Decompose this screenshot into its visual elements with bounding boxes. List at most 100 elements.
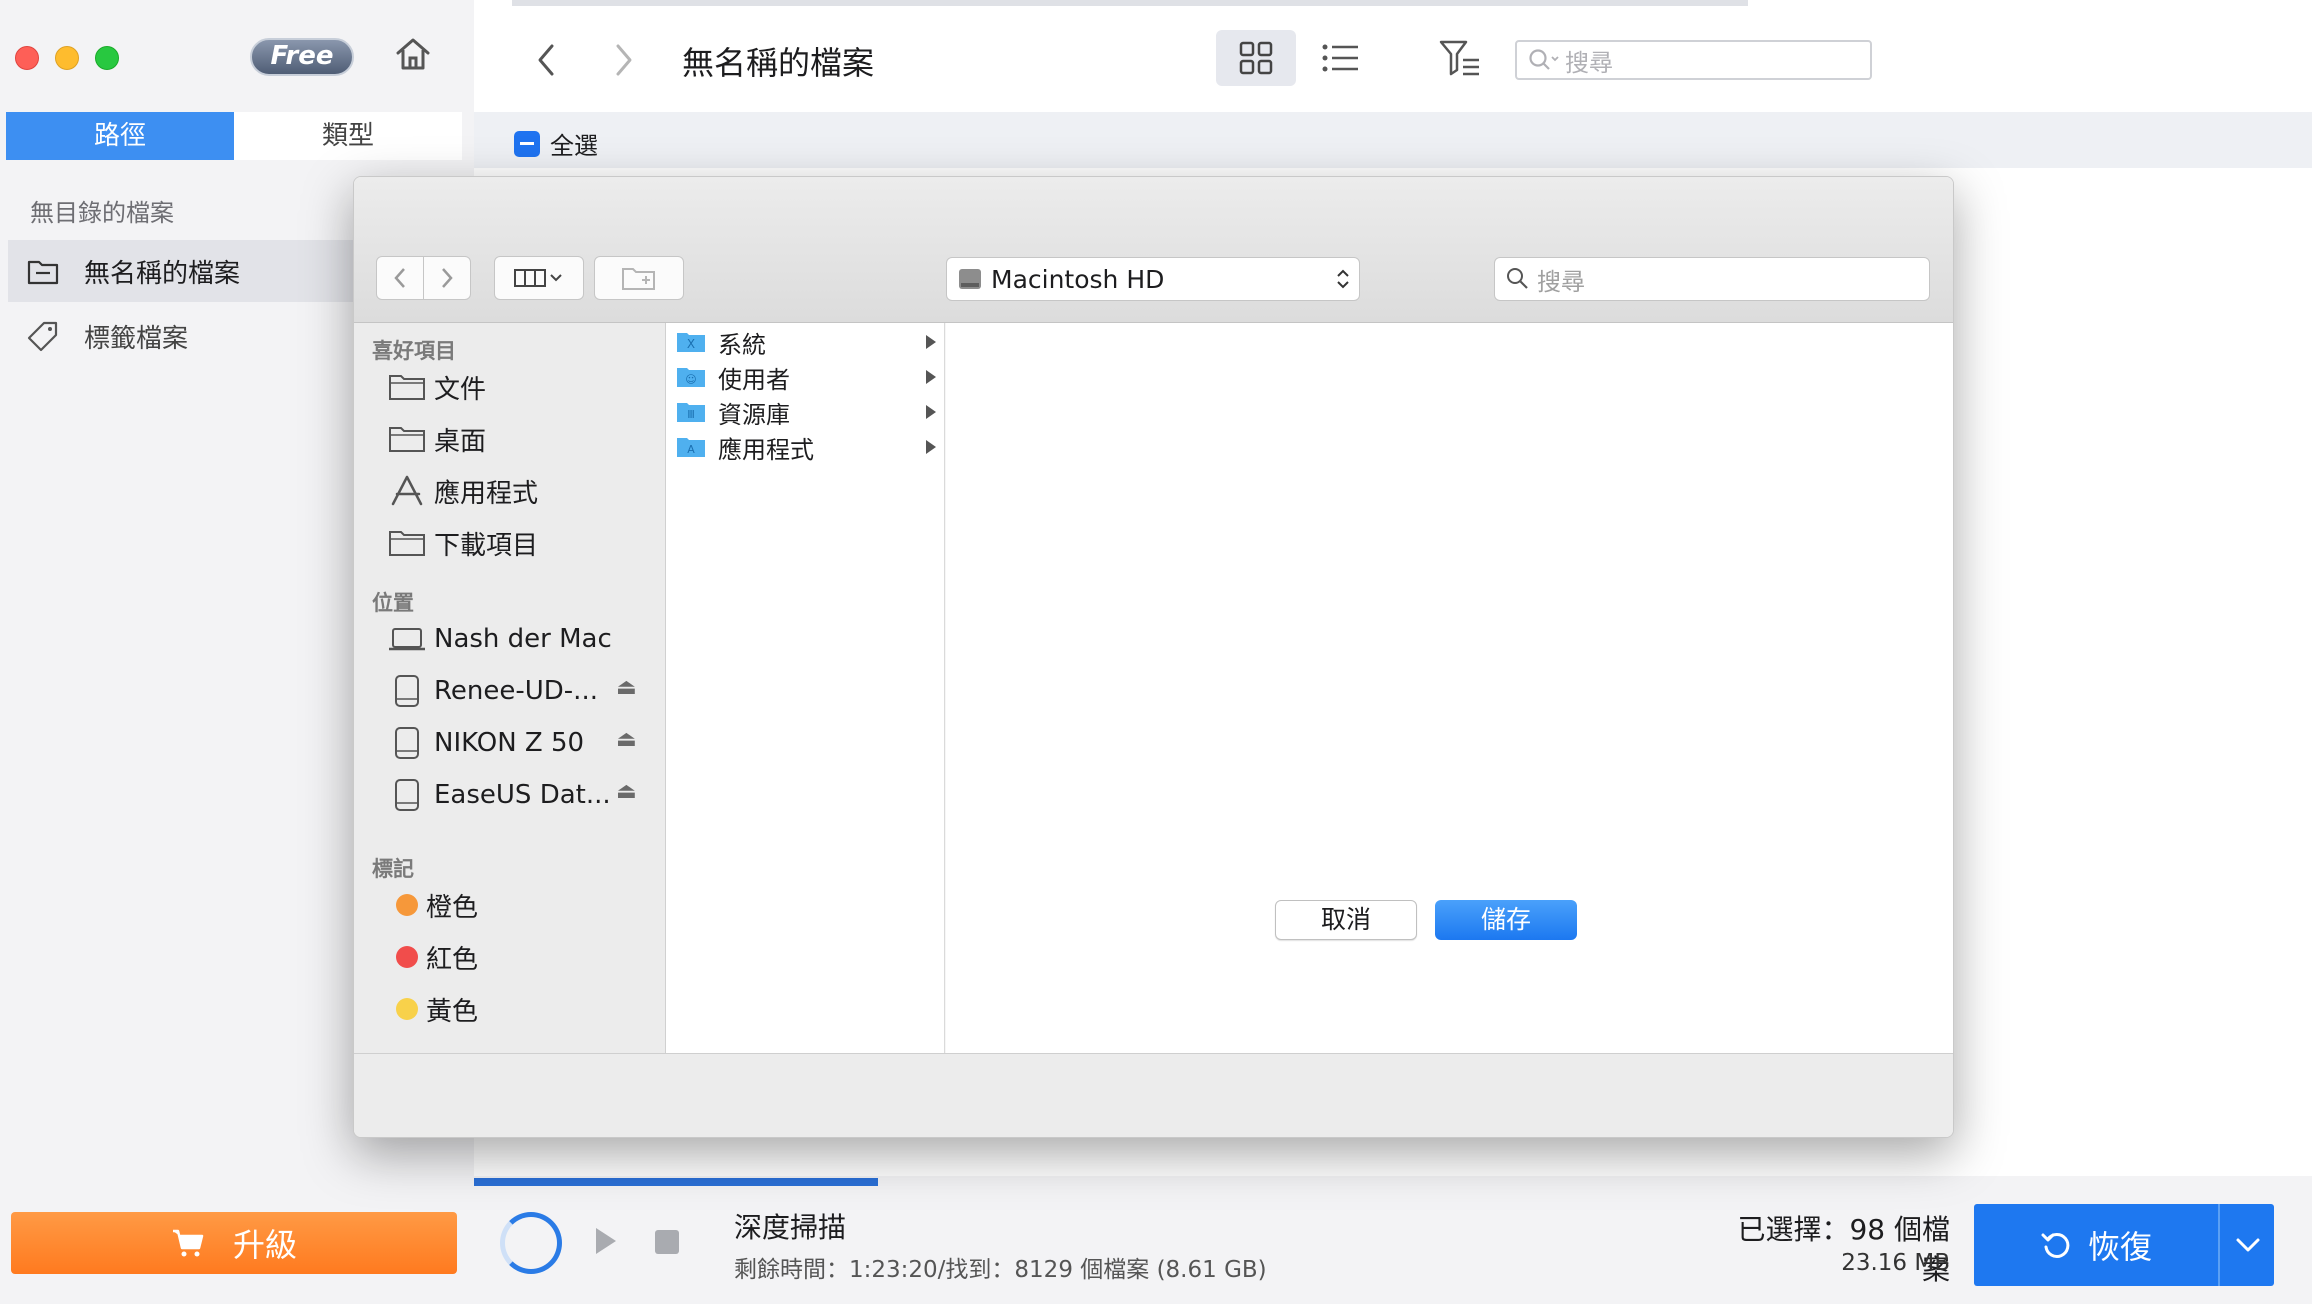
sidebar-item-applications[interactable]: 應用程式 [388,469,538,513]
location-popup[interactable]: Macintosh HD [946,257,1360,301]
svg-text:A: A [687,443,695,456]
tags-heading: 標記 [372,857,414,881]
cart-icon [172,1229,204,1257]
scan-title: 深度掃描 [734,1211,847,1244]
list-item[interactable]: ☺ 使用者 [676,360,936,394]
recover-button-group: 恢復 [1974,1204,2274,1286]
dialog-toolbar: Macintosh HD 搜尋 [354,177,1953,323]
chevron-down-icon [2236,1238,2260,1252]
library-folder-icon: Ⅲ [676,401,706,423]
sidebar-item-renee[interactable]: Renee-UD-... [388,669,598,713]
sidebar-tag-yellow[interactable]: 黃色 [388,987,478,1031]
disclosure-arrow-icon [926,335,936,349]
select-all-label: 全選 [550,132,598,160]
filter-icon[interactable] [1438,38,1482,78]
save-button[interactable]: 儲存 [1435,900,1577,940]
dialog-search-placeholder: 搜尋 [1537,267,1585,296]
scan-detail: 剩餘時間：1:23:20/找到：8129 個檔案 (8.61 GB) [734,1257,1267,1283]
sidebar-tag-red[interactable]: 紅色 [388,935,478,979]
recover-button[interactable]: 恢復 [1974,1204,2220,1286]
close-window-button[interactable] [15,46,39,70]
svg-text:Ⅲ: Ⅲ [687,408,695,421]
svg-text:X: X [687,337,695,351]
upgrade-label: 升級 [232,1226,297,1264]
favorites-heading: 喜好項目 [372,339,456,363]
sidebar-item-label: 黃色 [426,996,479,1027]
zoom-window-button[interactable] [95,46,119,70]
sidebar-item-label: NIKON Z 50 [434,728,585,758]
tab-path[interactable]: 路徑 [6,112,234,160]
restore-icon [2041,1232,2070,1258]
dialog-back-button[interactable] [376,256,424,300]
sidebar-item-label: EaseUS Dat... [434,780,611,810]
chevron-left-icon [394,268,405,288]
sidebar-item-label: 無名稱的檔案 [84,258,241,289]
stop-icon[interactable] [655,1230,679,1254]
sidebar-item-nikon[interactable]: NIKON Z 50 [388,721,584,765]
back-chevron-icon[interactable] [534,40,558,80]
disclosure-arrow-icon [926,405,936,419]
chevron-right-icon [442,268,453,288]
recover-label: 恢復 [2087,1228,2152,1266]
eject-icon[interactable]: ⏏ [616,779,637,804]
locations-heading: 位置 [372,591,414,615]
sidebar-item-documents[interactable]: 文件 [388,365,486,409]
browser-column-empty [946,323,1953,1053]
list-item[interactable]: X 系統 [676,325,936,359]
sidebar-item-label: 標籤檔案 [84,323,189,354]
list-item-label: 系統 [718,330,766,359]
sidebar-item-nash-mac[interactable]: Nash der Mac [388,617,612,661]
list-icon [1322,44,1358,72]
forward-chevron-icon[interactable] [612,40,636,80]
sidebar-item-label: 橙色 [426,892,479,923]
dialog-forward-button[interactable] [423,256,471,300]
recover-options-button[interactable] [2222,1204,2274,1286]
upgrade-button[interactable]: 升級 [11,1212,457,1274]
grid-icon [1239,41,1273,75]
free-badge[interactable]: Free [250,38,354,76]
cancel-button[interactable]: 取消 [1275,900,1417,940]
updown-chevron-icon [1337,269,1349,289]
select-all-checkbox[interactable]: 全選 [514,126,598,161]
new-folder-button[interactable] [594,256,684,300]
sidebar-item-label: 文件 [434,374,487,405]
grid-view-button[interactable] [1216,30,1296,86]
checkbox-icon [514,130,540,157]
eject-icon[interactable]: ⏏ [616,727,637,752]
search-input[interactable]: 搜尋 [1515,40,1872,80]
orange-tag-icon [396,894,418,916]
selected-count: 已選擇：98 個檔案 [1737,1213,1950,1286]
home-icon[interactable] [393,34,433,74]
selected-size: 23.16 MB [1841,1250,1950,1276]
list-item[interactable]: Ⅲ 資源庫 [676,395,936,429]
minimize-window-button[interactable] [55,46,79,70]
sidebar-item-label: 應用程式 [434,478,539,509]
sidebar-item-easeus[interactable]: EaseUS Dat... [388,773,611,817]
play-icon[interactable] [596,1228,616,1254]
folder-icon [388,422,426,456]
list-item[interactable]: A 應用程式 [676,430,936,464]
dialog-search-input[interactable]: 搜尋 [1494,257,1930,301]
sidebar-item-desktop[interactable]: 桌面 [388,417,486,461]
search-placeholder: 搜尋 [1565,48,1613,77]
search-icon [1529,49,1559,70]
sidebar-item-downloads[interactable]: 下載項目 [388,521,538,565]
browser-column: X 系統 ☺ 使用者 Ⅲ 資源庫 A 應用程式 [666,323,945,1053]
top-divider [512,0,1748,6]
eject-icon[interactable]: ⏏ [616,675,637,700]
scan-progress-bar [474,1178,878,1186]
sidebar-heading: 無目錄的檔案 [30,199,174,227]
sidebar-item-label: 下載項目 [434,530,539,561]
laptop-icon [388,622,426,656]
view-mode-button[interactable] [494,256,584,300]
tab-type[interactable]: 類型 [234,112,462,160]
list-view-button[interactable] [1316,30,1366,86]
sidebar-tag-orange[interactable]: 橙色 [388,883,478,927]
selection-bar [474,112,2312,168]
folder-icon [26,254,60,288]
sidebar-item-label: 桌面 [434,426,487,457]
apps-icon [388,474,426,508]
list-item-label: 使用者 [718,365,790,394]
sidebar-item-label: Nash der Mac [434,624,612,654]
applications-folder-icon: A [676,436,706,458]
